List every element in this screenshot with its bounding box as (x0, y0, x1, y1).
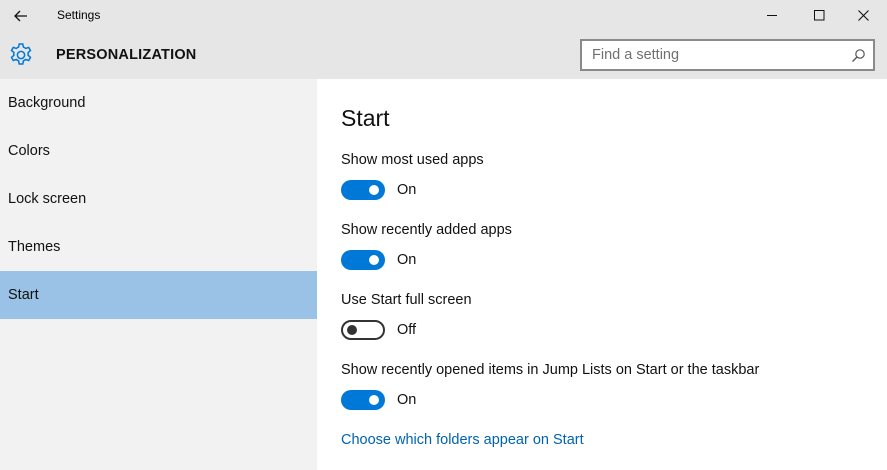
gear-icon (10, 43, 32, 65)
toggle-state-start-full-screen: Off (397, 322, 417, 338)
title-bar: Settings (0, 0, 887, 31)
setting-label-jump-lists: Show recently opened items in Jump Lists… (341, 362, 760, 378)
maximize-button[interactable] (796, 0, 843, 31)
toggle-knob (369, 185, 379, 195)
maximize-icon (814, 10, 825, 21)
search-box[interactable] (580, 39, 875, 71)
page-title: Start (341, 105, 390, 131)
back-arrow-icon (14, 10, 27, 21)
toggle-start-full-screen[interactable] (341, 320, 385, 340)
minimize-icon (767, 15, 777, 16)
sidebar-item-label: Lock screen (8, 191, 87, 207)
sidebar-item-label: Themes (8, 239, 61, 255)
sidebar-item-lock-screen[interactable]: Lock screen (0, 175, 317, 223)
sidebar-item-label: Background (8, 95, 86, 111)
choose-folders-link[interactable]: Choose which folders appear on Start (341, 432, 584, 448)
main-content: Start Show most used apps On Show recent… (317, 79, 887, 470)
search-icon[interactable] (851, 48, 866, 63)
section-title: PERSONALIZATION (56, 47, 197, 63)
sidebar-item-background[interactable]: Background (0, 79, 317, 127)
toggle-state-most-used-apps: On (397, 182, 417, 198)
back-button[interactable] (0, 0, 42, 31)
window-title: Settings (57, 8, 101, 22)
close-icon (858, 10, 869, 21)
toggle-knob (369, 255, 379, 265)
toggle-recently-added-apps[interactable] (341, 250, 385, 270)
setting-label-start-full-screen: Use Start full screen (341, 292, 472, 308)
setting-label-recently-added-apps: Show recently added apps (341, 222, 512, 238)
sidebar: Background Colors Lock screen Themes Sta… (0, 79, 317, 470)
page-header: PERSONALIZATION (0, 31, 887, 79)
toggle-knob (347, 325, 357, 335)
toggle-state-recently-added-apps: On (397, 252, 417, 268)
toggle-knob (369, 395, 379, 405)
toggle-state-jump-lists: On (397, 392, 417, 408)
sidebar-item-label: Colors (8, 143, 50, 159)
setting-label-most-used-apps: Show most used apps (341, 152, 484, 168)
close-button[interactable] (840, 0, 887, 31)
search-input[interactable] (592, 45, 842, 65)
toggle-most-used-apps[interactable] (341, 180, 385, 200)
sidebar-item-start[interactable]: Start (0, 271, 317, 319)
sidebar-item-themes[interactable]: Themes (0, 223, 317, 271)
minimize-button[interactable] (749, 0, 796, 31)
sidebar-item-colors[interactable]: Colors (0, 127, 317, 175)
toggle-jump-lists[interactable] (341, 390, 385, 410)
sidebar-item-label: Start (8, 287, 39, 303)
